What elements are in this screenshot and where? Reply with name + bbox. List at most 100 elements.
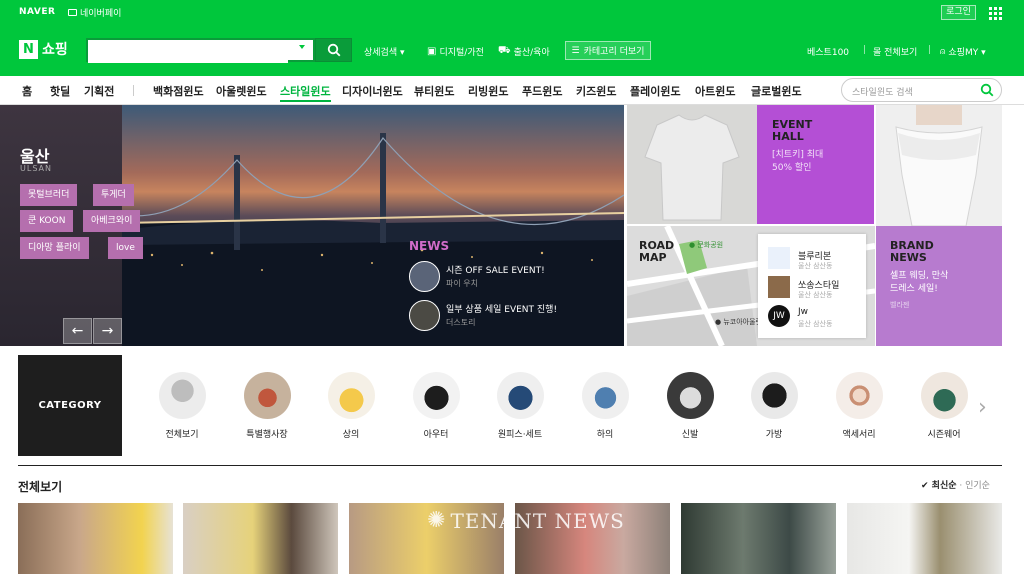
shop-tag[interactable]: 투게더 <box>93 184 134 206</box>
naver-shopping-logo[interactable]: N 쇼핑 <box>19 39 68 59</box>
shop-location: 울산 삼산동 <box>798 262 833 270</box>
shop-location: 울산 삼산동 <box>798 291 833 299</box>
news-item[interactable]: 일부 상품 세일 EVENT 진행! 더스토리 <box>409 300 557 331</box>
nav-item-designer[interactable]: 디자이너윈도 <box>342 83 403 99</box>
category-image <box>496 372 544 419</box>
category-special[interactable]: 특별행사장 <box>232 372 302 440</box>
jw-logo: JW <box>768 305 790 327</box>
shop-tag[interactable]: 디아망 플라이 <box>20 237 89 259</box>
style-search-input[interactable]: 스타일윈도 검색 <box>841 78 1002 102</box>
brand-news-shop: 벨라젠 <box>890 301 910 309</box>
shop-tag[interactable]: 아베크와이 <box>83 210 141 232</box>
list-icon: ☰ <box>571 45 580 56</box>
news-shop: 파이 우치 <box>446 278 478 288</box>
product-card[interactable] <box>18 503 173 574</box>
best100-link[interactable]: 베스트100 <box>807 45 849 58</box>
shop-tag[interactable]: love <box>108 237 143 259</box>
person-icon: ⍝ <box>940 46 946 57</box>
sort-latest[interactable]: ✔ 최신순 <box>921 481 957 491</box>
shop-name[interactable]: Jw <box>798 307 808 317</box>
digital-link[interactable]: ▣ 디지털/가전 <box>427 45 484 58</box>
category-bottom[interactable]: 하의 <box>570 372 640 440</box>
section-title: 전체보기 <box>18 480 63 494</box>
chevron-right-icon[interactable]: › <box>978 395 987 420</box>
category-all[interactable]: 전체보기 <box>147 372 217 440</box>
category-season[interactable]: 시즌웨어 <box>909 372 979 440</box>
nav-item-style[interactable]: 스타일윈도 <box>280 83 331 102</box>
category-image <box>243 372 291 419</box>
detail-search-link[interactable]: 상세검색 ▾ <box>364 45 405 58</box>
top-bar: NAVER 네이버페이 로그인 <box>0 0 1024 24</box>
event-hall-tile[interactable]: EVENT HALL [치트키] 최대 50% 할인 <box>757 105 874 224</box>
category-accessory[interactable]: 액세서리 <box>824 372 894 440</box>
apps-grid-icon[interactable] <box>989 7 1002 20</box>
nav-item-department[interactable]: 백화점윈도 <box>153 83 204 99</box>
blouse-tile[interactable] <box>876 105 1002 226</box>
shop-logo <box>768 247 790 269</box>
nav-item-outlet[interactable]: 아울렛윈도 <box>216 83 267 99</box>
login-button[interactable]: 로그인 <box>941 5 976 20</box>
news-thumbnail <box>409 261 440 292</box>
category-image <box>750 372 798 419</box>
card-icon <box>68 9 77 16</box>
category-label: 아우터 <box>423 430 449 440</box>
mall-all-link[interactable]: 몰 전체보기 <box>873 45 917 58</box>
brand-news-title: BRAND NEWS <box>890 239 934 264</box>
news-heading: NEWS <box>409 239 450 253</box>
tshirt-tile[interactable] <box>627 105 757 224</box>
shop-tag[interactable]: 못털브러더 <box>20 184 78 206</box>
category-more-button[interactable]: ☰ 카테고리 더보기 <box>565 41 651 60</box>
category-label: 하의 <box>596 430 614 440</box>
hero-next-button[interactable]: → <box>93 318 122 344</box>
news-title: 시즌 OFF SALE EVENT! <box>446 265 545 276</box>
nav-item-play[interactable]: 플레이윈도 <box>630 83 681 99</box>
my-shop-link[interactable]: ⍝ 쇼핑MY ▾ <box>940 45 986 59</box>
style-search-placeholder: 스타일윈도 검색 <box>852 88 913 98</box>
category-label: 특별행사장 <box>246 430 288 440</box>
sort-options: ✔ 최신순 · 인기순 <box>921 478 990 491</box>
nav-item-kids[interactable]: 키즈윈도 <box>576 83 616 99</box>
nav-item-home[interactable]: 홈 <box>22 83 32 99</box>
nav-item-food[interactable]: 푸드윈도 <box>522 83 562 99</box>
brand-news-desc: 셀프 웨딩, 만삭 드레스 세일! <box>890 271 949 294</box>
category-image <box>327 372 375 419</box>
naver-pay-link[interactable]: 네이버페이 <box>68 6 121 19</box>
brand-news-tile[interactable]: BRAND NEWS 셀프 웨딩, 만삭 드레스 세일! 벨라젠 <box>876 226 1002 346</box>
search-button[interactable] <box>315 38 352 62</box>
nav-item-special[interactable]: 기획전 <box>84 83 114 99</box>
search-input[interactable] <box>88 42 288 63</box>
shop-tag[interactable]: 쿤 KOON <box>20 210 74 232</box>
shop-label: 쇼핑 <box>42 42 68 58</box>
nav-item-art[interactable]: 아트윈도 <box>695 83 735 99</box>
best100-label: 베스트100 <box>807 48 850 58</box>
window-nav: 홈 핫딜 기획전 백화점윈도 아울렛윈도 스타일윈도 디자이너윈도 뷰티윈도 리… <box>0 76 1024 105</box>
digital-label: 디지털/가전 <box>439 48 484 58</box>
news-item[interactable]: 시즌 OFF SALE EVENT! 파이 우치 <box>409 261 545 292</box>
category-label: 시즌웨어 <box>927 430 961 440</box>
nav-item-living[interactable]: 리빙윈도 <box>468 83 508 99</box>
category-dress[interactable]: 원피스·세트 <box>485 372 555 440</box>
nav-item-beauty[interactable]: 뷰티윈도 <box>414 83 454 99</box>
nav-divider <box>133 85 134 96</box>
search-icon[interactable] <box>980 83 994 97</box>
naver-logo[interactable]: NAVER <box>19 7 55 17</box>
nav-item-global[interactable]: 글로벌윈도 <box>751 83 802 99</box>
road-map-tile[interactable]: ROAD MAP ● 문화공원 ● 뉴코아아울렛 블루리본 울산 삼산동 쏘송스타… <box>627 226 875 346</box>
product-card[interactable] <box>847 503 1002 574</box>
hero-banner[interactable]: 울산 ULSAN 못털브러더 투게더 쿤 KOON 아베크와이 디아망 플라이 … <box>0 105 624 346</box>
header-sep: | <box>928 45 932 55</box>
product-card[interactable] <box>183 503 338 574</box>
category-label: 전체보기 <box>165 430 199 440</box>
sort-popular[interactable]: 인기순 <box>965 481 990 491</box>
category-shoes[interactable]: 신발 <box>655 372 725 440</box>
baby-link[interactable]: ⛟ 출산/육아 <box>498 45 550 58</box>
category-outer[interactable]: 아우터 <box>401 372 471 440</box>
category-bag[interactable]: 가방 <box>739 372 809 440</box>
hero-prev-button[interactable]: ← <box>63 318 92 344</box>
category-top[interactable]: 상의 <box>316 372 386 440</box>
search-box <box>86 38 315 63</box>
nav-item-hotdeal[interactable]: 핫딜 <box>50 83 70 99</box>
sort-separator: · <box>956 481 966 491</box>
product-card[interactable] <box>681 503 836 574</box>
search-dropdown-icon[interactable] <box>299 45 305 49</box>
